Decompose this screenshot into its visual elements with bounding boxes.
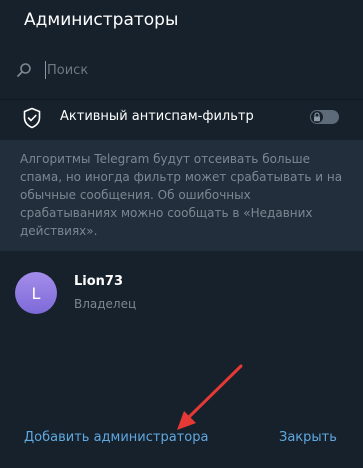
avatar-initial: L [31, 283, 41, 303]
antispam-info-panel: Алгоритмы Telegram будут отсеивать больш… [0, 140, 363, 251]
add-admin-button[interactable]: Добавить администратора [24, 430, 208, 445]
antispam-info-text: Алгоритмы Telegram будут отсеивать больш… [20, 152, 343, 238]
admin-name: Lion73 [74, 274, 124, 289]
antispam-row[interactable]: Активный антиспам-фильтр [0, 100, 363, 138]
dialog-title: Администраторы [24, 10, 179, 30]
search-icon [17, 63, 31, 77]
text-cursor [45, 61, 46, 79]
search-input[interactable] [47, 58, 327, 82]
search-bar[interactable] [0, 54, 363, 86]
admin-list-item[interactable]: L Lion73 Владелец [0, 264, 363, 324]
antispam-label: Активный антиспам-фильтр [60, 109, 254, 124]
lock-icon [314, 112, 320, 122]
admin-role: Владелец [74, 297, 137, 311]
close-button[interactable]: Закрыть [279, 430, 337, 445]
avatar: L [15, 272, 57, 314]
antispam-toggle[interactable] [310, 110, 339, 124]
shield-check-icon [23, 107, 41, 129]
